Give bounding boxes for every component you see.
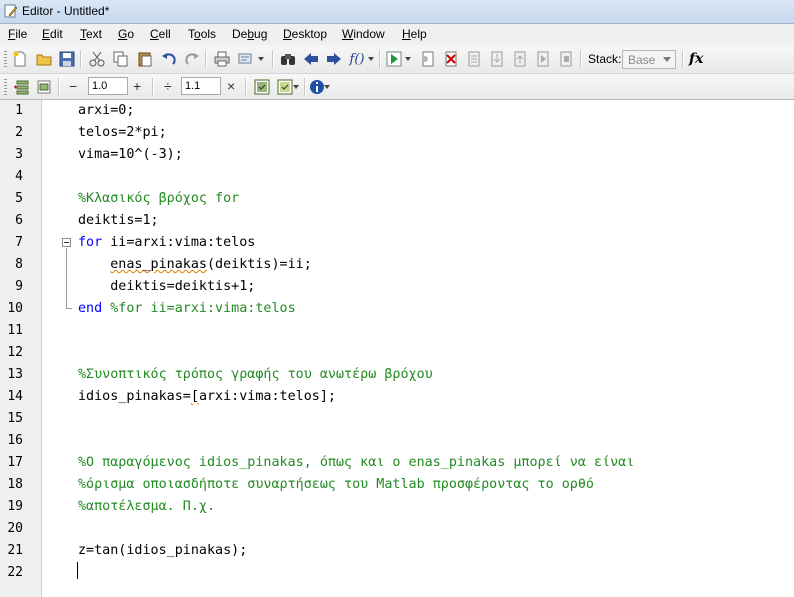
exit-debug-icon[interactable] — [557, 50, 575, 68]
copy-icon[interactable] — [112, 50, 130, 68]
continue-icon[interactable] — [534, 50, 552, 68]
text-cursor — [77, 562, 78, 579]
toolbar-separator — [80, 50, 82, 68]
toolbar-separator — [379, 50, 381, 68]
code-line: %αποτέλεσμα. Π.χ. — [78, 499, 216, 514]
code-line: z=tan(idios_pinakas); — [78, 543, 248, 558]
stack-label: Stack: — [588, 52, 622, 66]
toolbar-grip[interactable] — [4, 51, 7, 67]
menu-window[interactable]: Window — [342, 27, 385, 41]
new-file-icon[interactable] — [11, 50, 29, 68]
toolbar-separator — [272, 50, 274, 68]
paste-icon[interactable] — [136, 50, 154, 68]
menu-go[interactable]: Go — [118, 27, 134, 41]
step-icon[interactable] — [465, 50, 483, 68]
menu-bar: File Edit Text Go Cell Tools Debug Desktop Windo… — [0, 24, 794, 45]
divide-button[interactable]: ÷ — [164, 78, 172, 94]
menu-file[interactable]: File — [8, 27, 27, 41]
save-icon[interactable] — [58, 50, 76, 68]
back-arrow-icon[interactable] — [302, 50, 320, 68]
title-bar[interactable]: Editor - Untitled* — [0, 0, 794, 24]
editor-app-icon — [4, 4, 18, 18]
clear-breakpoints-icon[interactable] — [442, 50, 460, 68]
run-dropdown-icon[interactable] — [403, 50, 413, 68]
window-title: Editor - Untitled* — [22, 4, 110, 18]
toolbar-separator — [304, 78, 306, 96]
code-line: %Κλασικός βρόχος for — [78, 191, 240, 206]
redo-icon[interactable] — [183, 50, 201, 68]
open-folder-icon[interactable] — [35, 50, 53, 68]
code-line: %Ο παραγόμενος idios_pinakas, όπως και ο… — [78, 455, 635, 470]
toolbar-separator — [152, 78, 154, 96]
insert-cell-icon[interactable] — [12, 78, 30, 96]
fold-toggle-icon[interactable] — [62, 238, 71, 247]
code-line: enas_pinakas(deiktis)=ii; — [110, 257, 312, 272]
code-line: %όρισμα οποιασδήποτε συναρτήσεως του Mat… — [78, 477, 594, 492]
toolbar-separator — [245, 78, 247, 96]
decrement-button[interactable]: − — [69, 78, 77, 94]
step-in-icon[interactable] — [488, 50, 506, 68]
code-line: end %for ii=arxi:vima:telos — [78, 301, 296, 316]
step-out-icon[interactable] — [511, 50, 529, 68]
increment-button[interactable]: + — [133, 78, 141, 94]
evaluate-cell-icon[interactable] — [35, 78, 53, 96]
function-browser-icon[interactable]: f() — [348, 50, 366, 68]
code-line: idios_pinakas=[arxi:vima:telos]; — [78, 389, 336, 404]
fold-guide — [66, 248, 67, 308]
stack-select[interactable]: Base — [622, 50, 676, 69]
code-editor[interactable]: arxi=0; telos=2*pi; vima=10^(-3); %Κλασικός… — [0, 100, 794, 597]
toolbar-grip[interactable] — [4, 79, 7, 95]
increment-value-input-1[interactable]: 1.0 — [88, 77, 128, 95]
set-breakpoint-icon[interactable] — [419, 50, 437, 68]
toolbar-separator — [580, 50, 582, 68]
code-line: deiktis=1; — [78, 213, 159, 228]
code-line: for ii=arxi:vima:telos — [78, 235, 256, 250]
show-cell-titles-icon[interactable] — [253, 78, 271, 96]
toolbar-separator — [205, 50, 207, 68]
menu-edit[interactable]: Edit — [42, 27, 63, 41]
stack-select-value: Base — [628, 53, 656, 67]
find-binoculars-icon[interactable] — [279, 50, 297, 68]
menu-tools[interactable]: Tools — [188, 27, 216, 41]
cut-icon[interactable] — [88, 50, 106, 68]
print-options-icon[interactable] — [236, 50, 254, 68]
undo-icon[interactable] — [160, 50, 178, 68]
menu-text[interactable]: Text — [80, 27, 102, 41]
menu-cell[interactable]: Cell — [150, 27, 171, 41]
print-icon[interactable] — [213, 50, 231, 68]
run-icon[interactable] — [385, 50, 403, 68]
function-fx-button[interactable]: fx — [689, 51, 703, 67]
info-dropdown-icon[interactable] — [322, 78, 332, 96]
code-line: telos=2*pi; — [78, 125, 167, 140]
main-toolbar: f() Stack: Base fx — [0, 45, 794, 74]
code-line: arxi=0; — [78, 103, 135, 118]
print-dropdown-icon[interactable] — [256, 50, 266, 68]
chevron-down-icon — [663, 57, 671, 62]
toolbar-separator — [682, 50, 684, 68]
code-line: vima=10^(-3); — [78, 147, 183, 162]
forward-arrow-icon[interactable] — [325, 50, 343, 68]
menu-help[interactable]: Help — [402, 27, 427, 41]
menu-debug[interactable]: Debug — [232, 27, 267, 41]
fx-icon: fx — [689, 51, 704, 67]
code-line: deiktis=deiktis+1; — [78, 279, 256, 294]
cell-options-dropdown-icon[interactable] — [291, 78, 301, 96]
cell-toolbar: − 1.0 + ÷ 1.1 × — [0, 74, 794, 100]
fold-guide-end — [66, 308, 72, 309]
toolbar-separator — [58, 78, 60, 96]
increment-value-input-2[interactable]: 1.1 — [181, 77, 221, 95]
menu-desktop[interactable]: Desktop — [283, 27, 327, 41]
function-dropdown-icon[interactable] — [366, 50, 376, 68]
multiply-button[interactable]: × — [227, 78, 235, 94]
code-line: %Συνοπτικός τρόπος γραφής του ανωτέρω βρ… — [78, 367, 433, 382]
